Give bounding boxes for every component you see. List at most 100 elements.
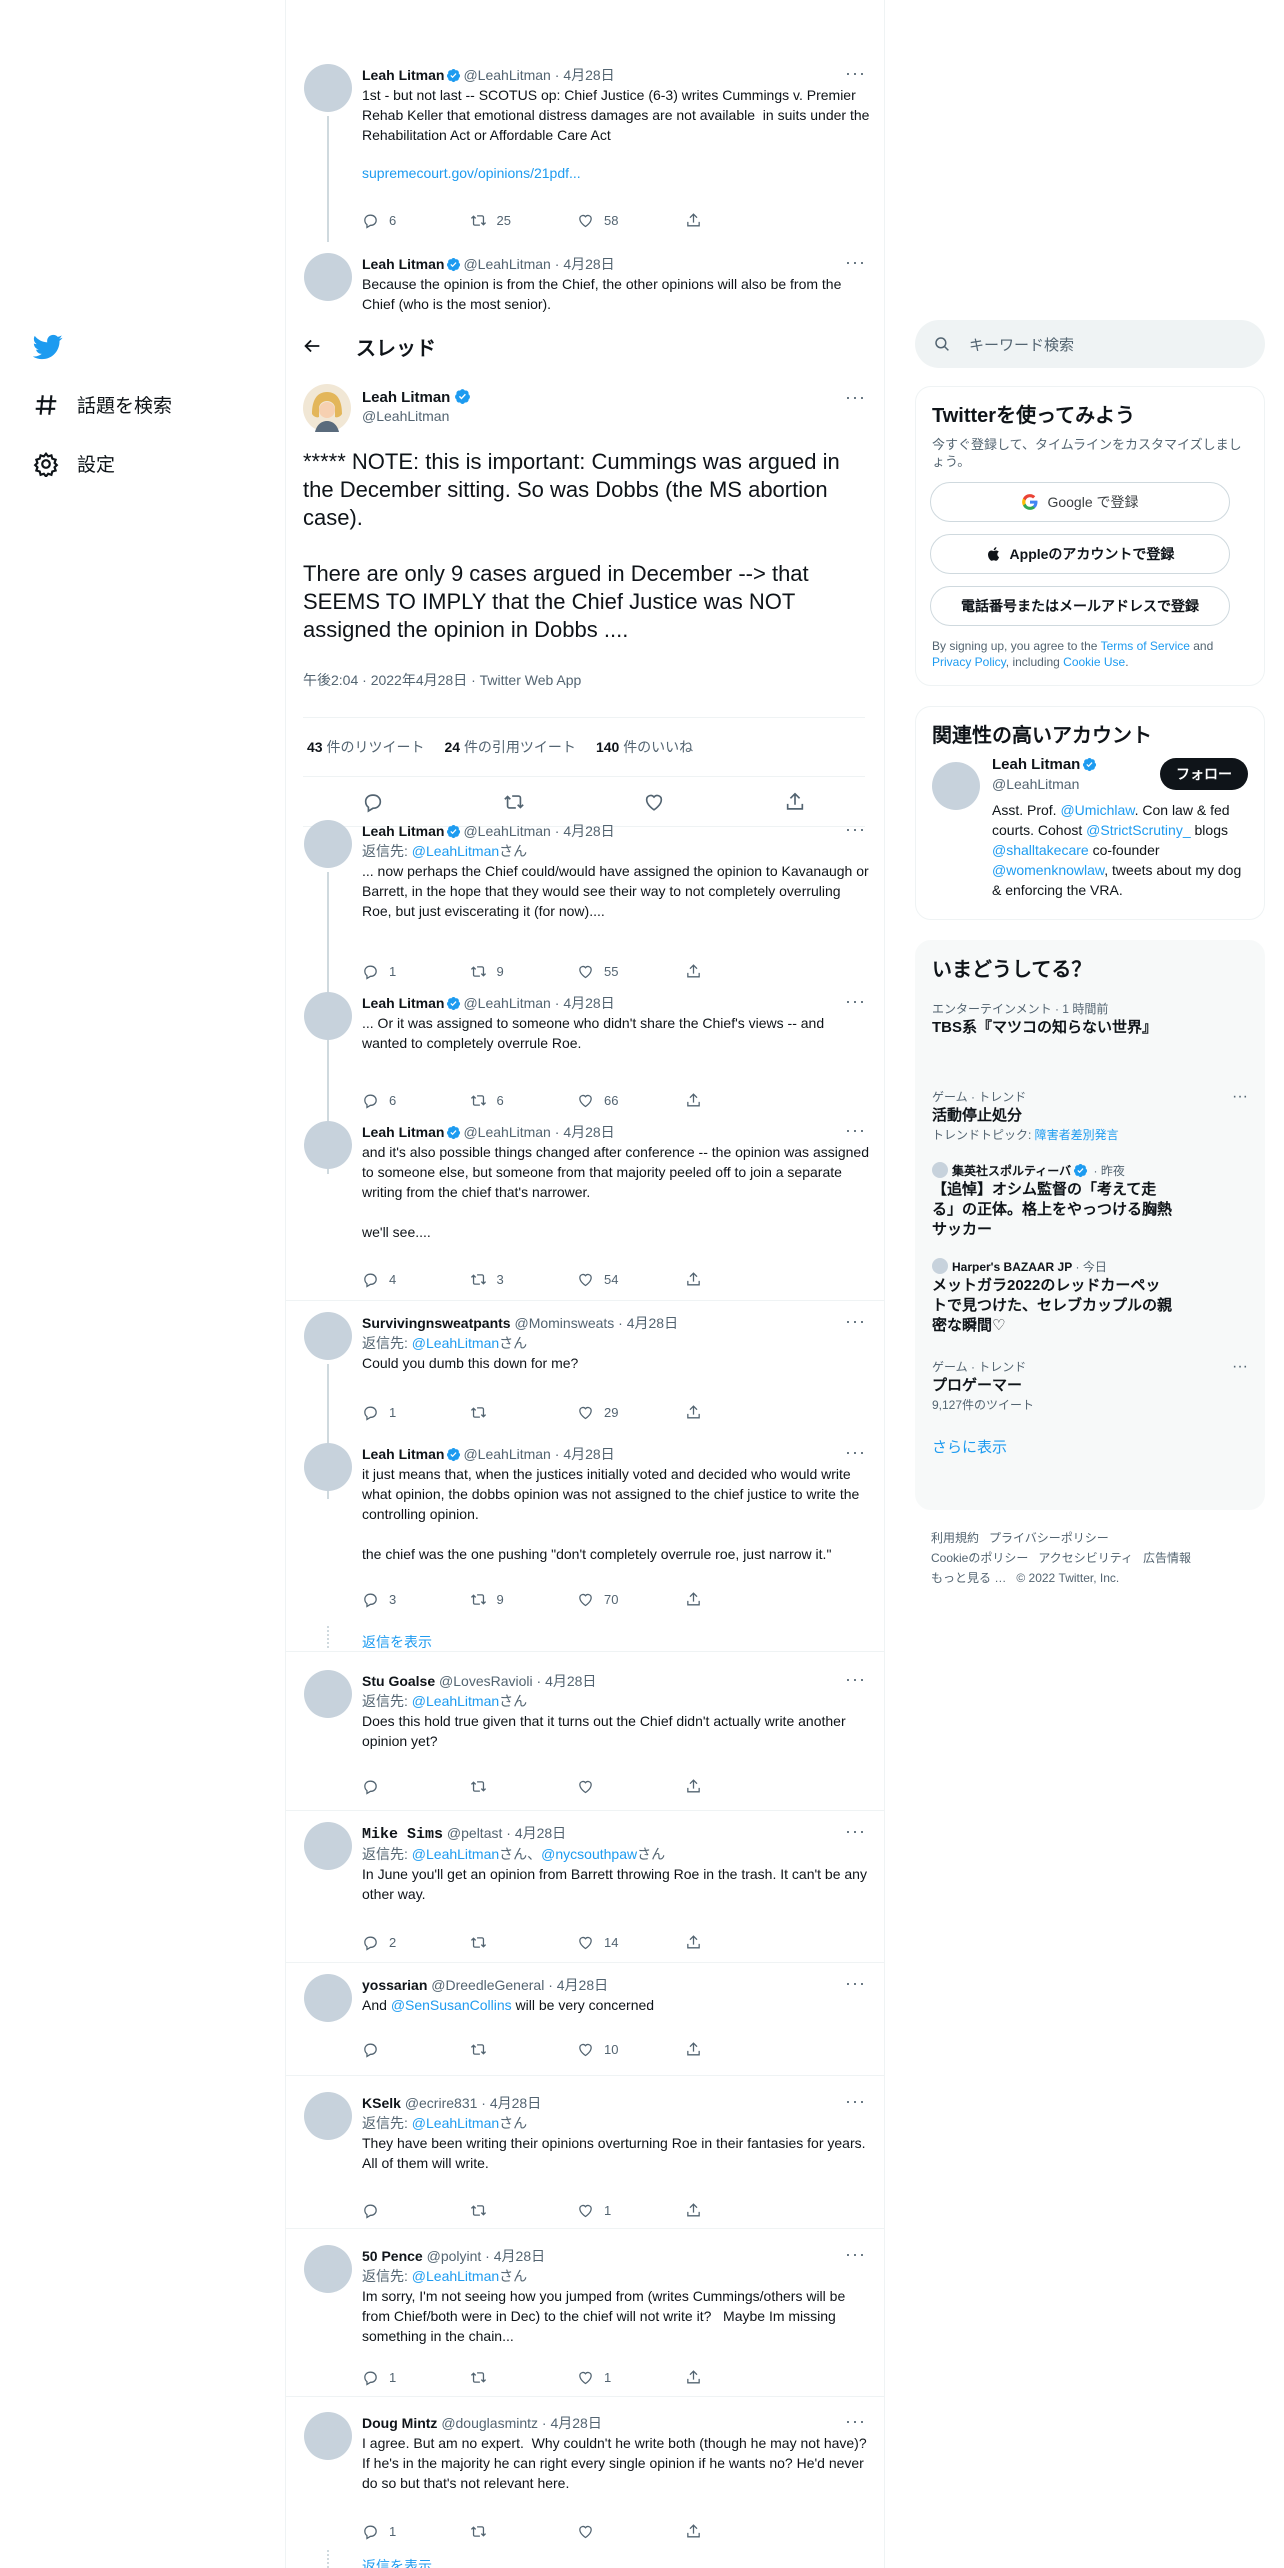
terms-link[interactable]: Terms of Service <box>1101 639 1190 653</box>
avatar[interactable] <box>304 1974 352 2022</box>
avatar[interactable] <box>304 2412 352 2460</box>
author-name[interactable]: yossarian <box>362 1977 427 1993</box>
avatar[interactable] <box>304 64 352 112</box>
share-button[interactable] <box>685 1402 793 1422</box>
share-button[interactable] <box>685 1932 793 1952</box>
avatar[interactable] <box>304 1312 352 1360</box>
tweet-link[interactable]: supremecourt.gov/opinions/21pdf... <box>362 165 581 181</box>
like-button[interactable]: 1 <box>577 2367 685 2387</box>
share-icon[interactable] <box>784 791 806 813</box>
nav-explore[interactable]: 話題を検索 <box>33 391 172 418</box>
author-name[interactable]: Leah Litman <box>362 256 444 272</box>
author-handle[interactable]: @LeahLitman <box>463 995 550 1011</box>
tweet[interactable]: Leah Litman @LeahLitman · 4月28日 ··· Becau… <box>286 251 884 321</box>
retweet-button[interactable]: 25 <box>470 210 578 230</box>
footer-link[interactable]: 利用規約 <box>931 1531 979 1545</box>
reply-button[interactable]: 4 <box>362 1269 470 1289</box>
like-button[interactable] <box>577 1776 685 1796</box>
tweet-time[interactable]: 4月28日 <box>563 1446 614 1462</box>
share-button[interactable] <box>685 210 793 230</box>
avatar[interactable] <box>304 2092 352 2140</box>
account-handle[interactable]: @LeahLitman <box>992 776 1079 792</box>
avatar[interactable] <box>303 384 351 432</box>
tweet-time[interactable]: 4月28日 <box>545 1673 596 1689</box>
avatar[interactable] <box>304 1822 352 1870</box>
follow-button[interactable]: フォロー <box>1160 758 1248 790</box>
retweet-button[interactable]: 3 <box>470 1269 578 1289</box>
reply-mention[interactable]: @LeahLitman <box>412 2115 499 2131</box>
reply-button[interactable]: 1 <box>362 2521 470 2541</box>
reply-button[interactable] <box>362 1776 470 1796</box>
author-name[interactable]: Leah Litman <box>362 67 444 83</box>
share-button[interactable] <box>685 1589 793 1609</box>
reply-mention[interactable]: @LeahLitman <box>412 2268 499 2284</box>
retweet-button[interactable] <box>470 1402 578 1422</box>
author-name[interactable]: Survivingnsweatpants <box>362 1315 511 1331</box>
trend-item[interactable]: ··· ゲーム · トレンド プロゲーマー 9,127件のツイート <box>932 1358 1248 1414</box>
like-button[interactable]: 70 <box>577 1589 685 1609</box>
reply-mention[interactable]: @LeahLitman <box>412 843 499 859</box>
author-name[interactable]: Leah Litman <box>362 1446 444 1462</box>
tweet-time[interactable]: 4月28日 <box>490 2095 541 2111</box>
reply-mention[interactable]: @LeahLitman <box>412 1693 499 1709</box>
footer-link[interactable]: アクセシビリティ <box>1038 1551 1133 1565</box>
tweet-time[interactable]: 4月28日 <box>563 823 614 839</box>
tweet-time[interactable]: 4月28日 <box>563 995 614 1011</box>
author-handle[interactable]: @LeahLitman <box>362 408 449 424</box>
show-more-link[interactable]: さらに表示 <box>932 1436 1248 1457</box>
more-options-icon[interactable]: ··· <box>845 64 866 82</box>
bio-mention[interactable]: @Umichlaw <box>1060 802 1134 818</box>
reply-button[interactable]: 1 <box>362 961 470 981</box>
retweet-icon[interactable] <box>503 791 525 813</box>
reply-button[interactable]: 6 <box>362 1090 470 1110</box>
tweet-time[interactable]: 4月28日 <box>563 256 614 272</box>
share-button[interactable] <box>685 1776 793 1796</box>
avatar[interactable] <box>304 992 352 1040</box>
tweet-time[interactable]: 4月28日 <box>494 2248 545 2264</box>
retweet-button[interactable] <box>470 1776 578 1796</box>
likes-stat[interactable]: 140 件のいいね <box>596 737 693 757</box>
footer-link[interactable]: 広告情報 <box>1143 1551 1191 1565</box>
avatar[interactable] <box>304 1121 352 1169</box>
more-options-icon[interactable]: ··· <box>845 1443 866 1461</box>
show-replies-link[interactable]: 返信を表示 <box>362 2556 432 2568</box>
reply-mention[interactable]: @LeahLitman <box>412 1846 499 1862</box>
like-button[interactable]: 66 <box>577 1090 685 1110</box>
author-handle[interactable]: @LeahLitman <box>463 67 550 83</box>
retweet-button[interactable]: 9 <box>470 961 578 981</box>
like-button[interactable]: 55 <box>577 961 685 981</box>
show-replies-link[interactable]: 返信を表示 <box>362 1632 432 1652</box>
retweet-button[interactable] <box>470 2521 578 2541</box>
tweet-time[interactable]: 4月28日 <box>563 67 614 83</box>
phone-email-signup-button[interactable]: 電話番号またはメールアドレスで登録 <box>930 586 1230 626</box>
avatar[interactable] <box>932 762 980 810</box>
reply-button[interactable]: 1 <box>362 1402 470 1422</box>
cookie-link[interactable]: Cookie Use <box>1063 655 1125 669</box>
news-item[interactable]: 集英社スポルティーバ · 昨夜 【追悼】オシム監督の「考えて走る」の正体。格上を… <box>932 1162 1172 1240</box>
apple-signup-button[interactable]: Appleのアカウントで登録 <box>930 534 1230 574</box>
related-account[interactable]: Leah Litman @LeahLitman フォロー Asst. Prof.… <box>932 756 1248 906</box>
tweet-time[interactable]: 4月28日 <box>627 1315 678 1331</box>
reply-button[interactable]: 3 <box>362 1589 470 1609</box>
more-options-icon[interactable]: ··· <box>845 2412 866 2430</box>
like-button[interactable] <box>577 2521 685 2541</box>
author-handle[interactable]: @peltast <box>447 1825 502 1841</box>
avatar[interactable] <box>304 1443 352 1491</box>
twitter-logo-icon[interactable] <box>33 332 63 362</box>
footer-link[interactable]: Cookieのポリシー <box>931 1551 1028 1565</box>
like-button[interactable]: 54 <box>577 1269 685 1289</box>
share-button[interactable] <box>685 1269 793 1289</box>
trend-topic-link[interactable]: 障害者差別発言 <box>1035 1128 1119 1142</box>
tweet-time[interactable]: 4月28日 <box>557 1977 608 1993</box>
more-options-icon[interactable]: ··· <box>845 1312 866 1330</box>
quotes-stat[interactable]: 24 件の引用ツイート <box>444 737 575 757</box>
bio-mention[interactable]: @StrictScrutiny_ <box>1086 822 1190 838</box>
like-button[interactable]: 29 <box>577 1402 685 1422</box>
more-options-icon[interactable]: ··· <box>845 253 866 271</box>
author-handle[interactable]: @DreedleGeneral <box>431 1977 544 1993</box>
author-handle[interactable]: @LeahLitman <box>463 823 550 839</box>
author-handle[interactable]: @polyint <box>427 2248 482 2264</box>
author-name[interactable]: Stu Goalse <box>362 1673 435 1689</box>
tweet-time[interactable]: 4月28日 <box>563 1124 614 1140</box>
text-mention[interactable]: @SenSusanCollins <box>391 1997 512 2013</box>
